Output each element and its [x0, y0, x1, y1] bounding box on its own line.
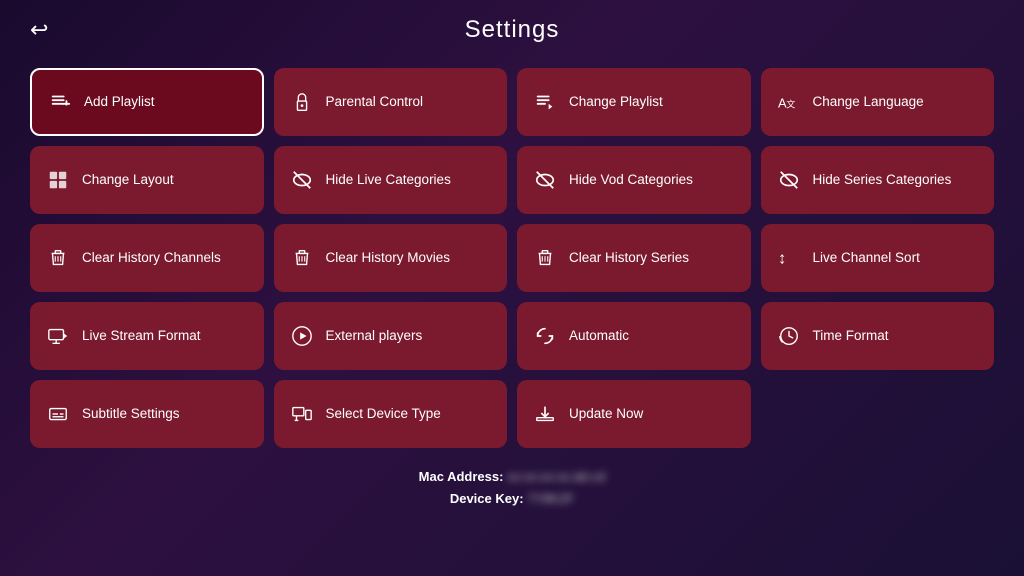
live-stream-format-label: Live Stream Format [82, 327, 201, 345]
subtitle-settings-label: Subtitle Settings [82, 405, 180, 423]
clear-history-channels-label: Clear History Channels [82, 249, 221, 267]
clear-history-channels-icon [44, 247, 72, 269]
change-layout-icon [44, 169, 72, 191]
device-key-label: Device Key: [450, 491, 524, 506]
update-now-icon [531, 403, 559, 425]
hide-series-categories-icon [775, 169, 803, 191]
header: ↩ Settings [0, 0, 1024, 60]
time-format-label: Time Format [813, 327, 889, 345]
change-language-icon: A文 [775, 91, 803, 113]
hide-vod-categories-button[interactable]: Hide Vod Categories [517, 146, 751, 214]
select-device-type-button[interactable]: Select Device Type [274, 380, 508, 448]
change-layout-label: Change Layout [82, 171, 174, 189]
change-layout-button[interactable]: Change Layout [30, 146, 264, 214]
hide-live-categories-icon [288, 169, 316, 191]
select-device-type-icon [288, 403, 316, 425]
external-players-icon [288, 325, 316, 347]
update-now-button[interactable]: Update Now [517, 380, 751, 448]
subtitle-settings-icon [44, 403, 72, 425]
mac-address-value: xx:xx:xx:xx:ab:cd [507, 466, 605, 488]
live-channel-sort-icon: ↕ [775, 247, 803, 269]
clear-history-series-icon [531, 247, 559, 269]
clear-history-series-button[interactable]: Clear History Series [517, 224, 751, 292]
hide-series-categories-button[interactable]: Hide Series Categories [761, 146, 995, 214]
mac-address-label: Mac Address: [419, 469, 504, 484]
time-format-button[interactable]: Time Format [761, 302, 995, 370]
external-players-button[interactable]: External players [274, 302, 508, 370]
hide-series-categories-label: Hide Series Categories [813, 171, 952, 189]
automatic-label: Automatic [569, 327, 629, 345]
select-device-type-label: Select Device Type [326, 405, 441, 423]
add-playlist-button[interactable]: Add Playlist [30, 68, 264, 136]
change-language-button[interactable]: A文 Change Language [761, 68, 995, 136]
parental-control-button[interactable]: Parental Control [274, 68, 508, 136]
subtitle-settings-button[interactable]: Subtitle Settings [30, 380, 264, 448]
change-playlist-icon [531, 91, 559, 113]
clear-history-movies-label: Clear History Movies [326, 249, 451, 267]
page-title: Settings [465, 16, 560, 44]
automatic-button[interactable]: Automatic [517, 302, 751, 370]
hide-live-categories-button[interactable]: Hide Live Categories [274, 146, 508, 214]
automatic-icon [531, 325, 559, 347]
clear-history-movies-icon [288, 247, 316, 269]
change-playlist-label: Change Playlist [569, 93, 663, 111]
change-playlist-button[interactable]: Change Playlist [517, 68, 751, 136]
time-format-icon [775, 325, 803, 347]
hide-vod-categories-icon [531, 169, 559, 191]
add-playlist-icon [46, 91, 74, 113]
clear-history-channels-button[interactable]: Clear History Channels [30, 224, 264, 292]
clear-history-series-label: Clear History Series [569, 249, 689, 267]
hide-live-categories-label: Hide Live Categories [326, 171, 451, 189]
external-players-label: External players [326, 327, 423, 345]
svg-text:文: 文 [786, 99, 795, 110]
change-language-label: Change Language [813, 93, 924, 111]
live-stream-format-icon [44, 325, 72, 347]
live-stream-format-button[interactable]: Live Stream Format [30, 302, 264, 370]
settings-grid: Add Playlist Parental Control Change Playl… [0, 60, 1024, 456]
live-channel-sort-label: Live Channel Sort [813, 249, 920, 267]
device-key-value: 7Y8K2F [527, 488, 574, 510]
parental-control-label: Parental Control [326, 93, 424, 111]
parental-control-icon [288, 91, 316, 113]
clear-history-movies-button[interactable]: Clear History Movies [274, 224, 508, 292]
svg-text:↕: ↕ [778, 250, 786, 268]
add-playlist-label: Add Playlist [84, 93, 155, 111]
update-now-label: Update Now [569, 405, 643, 423]
back-icon: ↩ [30, 17, 48, 43]
hide-vod-categories-label: Hide Vod Categories [569, 171, 693, 189]
back-button[interactable]: ↩ [30, 17, 48, 43]
live-channel-sort-button[interactable]: ↕ Live Channel Sort [761, 224, 995, 292]
footer-info: Mac Address: xx:xx:xx:xx:ab:cd Device Ke… [0, 466, 1024, 510]
